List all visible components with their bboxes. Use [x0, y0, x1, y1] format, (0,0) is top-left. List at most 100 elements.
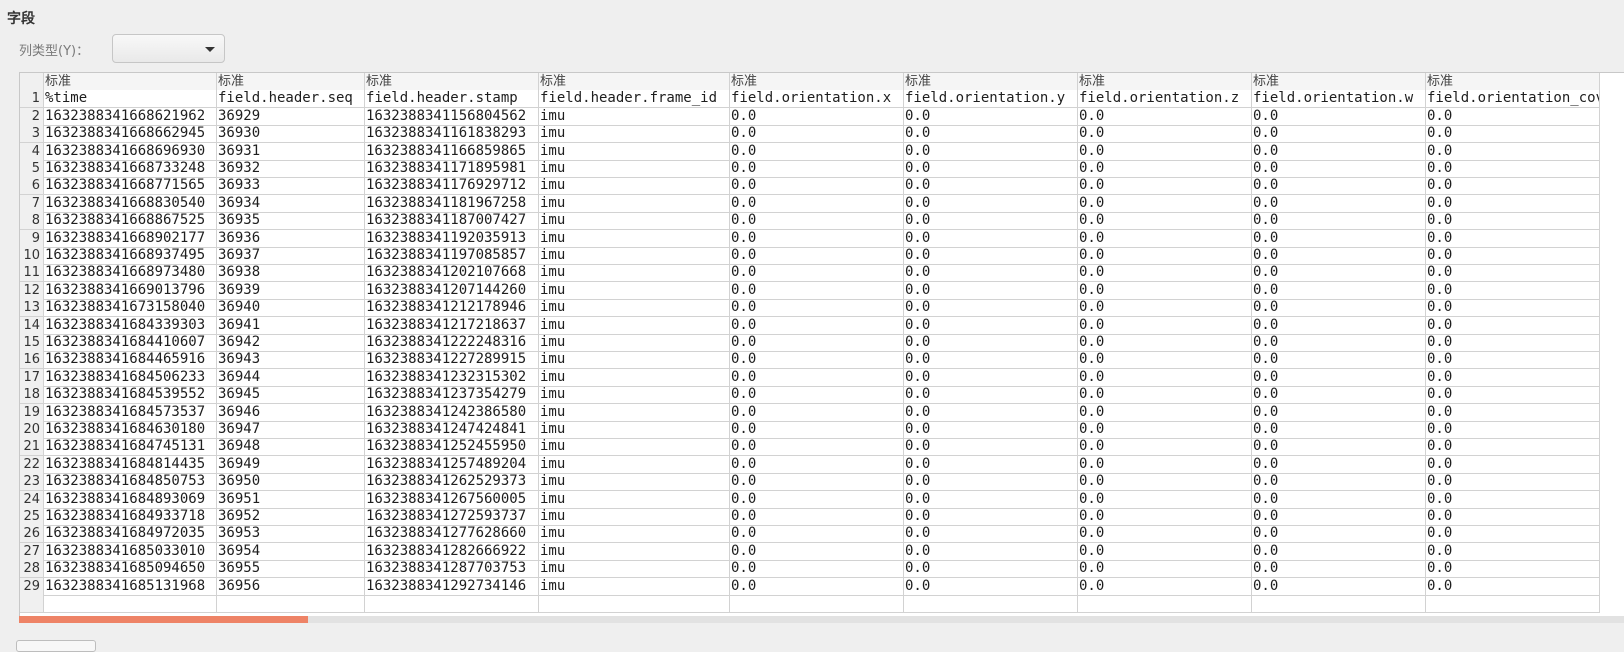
table-cell[interactable]: 0.0 [1252, 125, 1426, 144]
column-type-label-cell[interactable]: 标准 [1252, 73, 1426, 91]
table-row[interactable]: 5 1632388341668733248 36932 163238834117189… [20, 160, 1600, 178]
table-cell[interactable]: 0.0 [1426, 194, 1600, 213]
table-cell[interactable]: 36950 [217, 473, 365, 492]
table-cell[interactable]: imu [539, 455, 730, 474]
table-cell[interactable]: 0.0 [1426, 403, 1600, 422]
table-cell[interactable]: 36934 [217, 194, 365, 213]
table-cell[interactable]: 0.0 [1252, 334, 1426, 352]
table-cell[interactable]: 1632388341668621962 [44, 107, 217, 126]
table-cell[interactable]: 0.0 [1078, 194, 1252, 213]
column-header[interactable]: %time [44, 90, 217, 109]
table-cell[interactable]: imu [539, 542, 730, 561]
table-row[interactable]: 4 1632388341668696930 36931 163238834116685… [20, 142, 1600, 161]
table-cell[interactable]: 0.0 [1426, 542, 1600, 561]
table-row[interactable]: 17 1632388341684506233 36944 16323883412323… [20, 368, 1600, 387]
table-cell[interactable]: imu [539, 386, 730, 405]
table-cell[interactable]: imu [539, 264, 730, 283]
table-cell[interactable]: 1632388341669013796 [44, 281, 217, 300]
table-cell[interactable]: 0.0 [1078, 438, 1252, 457]
table-cell[interactable]: imu [539, 577, 730, 596]
column-type-label-cell[interactable]: 标准 [365, 73, 539, 91]
table-cell[interactable]: 0.0 [730, 473, 904, 492]
table-row[interactable]: 6 1632388341668771565 36933 163238834117692… [20, 177, 1600, 196]
row-number[interactable]: 23 [20, 473, 44, 492]
table-cell[interactable]: 0.0 [730, 455, 904, 474]
table-cell[interactable]: 0.0 [1252, 473, 1426, 492]
row-number[interactable]: 15 [20, 334, 44, 352]
table-cell[interactable]: 0.0 [730, 403, 904, 422]
table-cell[interactable]: 1632388341257489204 [365, 455, 539, 474]
table-cell[interactable]: 36937 [217, 247, 365, 265]
table-cell[interactable]: 0.0 [1078, 299, 1252, 318]
table-row[interactable]: 10 1632388341668937495 36937 16323883411970… [20, 247, 1600, 265]
scrollbar-thumb[interactable] [19, 616, 308, 623]
table-cell[interactable]: 1632388341197085857 [365, 247, 539, 265]
table-cell[interactable]: 0.0 [1426, 525, 1600, 544]
table-cell[interactable]: imu [539, 160, 730, 178]
table-cell[interactable]: 0.0 [904, 107, 1078, 126]
row-number[interactable]: 5 [20, 160, 44, 178]
table-cell[interactable]: 0.0 [1426, 160, 1600, 178]
table-cell[interactable]: 0.0 [1078, 212, 1252, 231]
table-cell[interactable]: 1632388341668902177 [44, 229, 217, 248]
table-cell[interactable]: 1632388341673158040 [44, 299, 217, 318]
table-cell[interactable]: imu [539, 490, 730, 509]
table-cell[interactable]: imu [539, 125, 730, 144]
table-row[interactable]: 15 1632388341684410607 36942 16323883412222… [20, 334, 1600, 352]
column-type-label-cell[interactable]: 标准 [1426, 73, 1600, 91]
table-cell[interactable]: 0.0 [1426, 125, 1600, 144]
table-cell[interactable]: 1632388341156804562 [365, 107, 539, 126]
table-cell[interactable]: 1632388341181967258 [365, 194, 539, 213]
table-cell[interactable]: 1632388341237354279 [365, 386, 539, 405]
table-cell[interactable]: 0.0 [1426, 368, 1600, 387]
column-header[interactable]: field.orientation_covariance0 [1426, 90, 1600, 109]
table-cell[interactable]: 0.0 [1426, 455, 1600, 474]
table-cell[interactable]: imu [539, 247, 730, 265]
table-cell[interactable]: 36943 [217, 351, 365, 370]
row-number[interactable]: 24 [20, 490, 44, 509]
table-cell[interactable]: 1632388341272593737 [365, 508, 539, 526]
table-cell[interactable]: 1632388341684573537 [44, 403, 217, 422]
table-cell[interactable]: imu [539, 334, 730, 352]
table-cell[interactable]: imu [539, 508, 730, 526]
table-cell[interactable]: 0.0 [1426, 421, 1600, 439]
column-header[interactable]: field.header.frame_id [539, 90, 730, 109]
table-cell[interactable]: 0.0 [904, 281, 1078, 300]
table-cell[interactable]: 0.0 [730, 247, 904, 265]
table-cell[interactable]: 0.0 [1426, 508, 1600, 526]
table-cell[interactable]: 0.0 [904, 368, 1078, 387]
table-cell[interactable]: 1632388341292734146 [365, 577, 539, 596]
table-row[interactable]: 16 1632388341684465916 36943 16323883412272… [20, 351, 1600, 370]
table-cell[interactable]: 0.0 [904, 264, 1078, 283]
table-cell[interactable]: 0.0 [904, 438, 1078, 457]
table-cell[interactable]: 1632388341192035913 [365, 229, 539, 248]
row-number[interactable]: 28 [20, 560, 44, 579]
table-cell[interactable]: imu [539, 299, 730, 318]
table-row[interactable]: 23 1632388341684850753 36950 16323883412625… [20, 473, 1600, 492]
table-cell[interactable]: 0.0 [1078, 455, 1252, 474]
table-cell[interactable]: 0.0 [1078, 107, 1252, 126]
column-header[interactable]: field.orientation.w [1252, 90, 1426, 109]
table-cell[interactable]: 1632388341684933718 [44, 508, 217, 526]
row-number[interactable]: 3 [20, 125, 44, 144]
table-cell[interactable]: 0.0 [1252, 281, 1426, 300]
table-cell[interactable]: 36933 [217, 177, 365, 196]
row-number[interactable]: 26 [20, 525, 44, 544]
table-cell[interactable]: 0.0 [1078, 125, 1252, 144]
bottom-button[interactable] [16, 640, 96, 652]
table-cell[interactable]: 0.0 [1078, 160, 1252, 178]
table-cell[interactable]: 0.0 [1252, 455, 1426, 474]
table-cell[interactable]: 0.0 [1078, 542, 1252, 561]
table-cell[interactable]: 0.0 [1252, 438, 1426, 457]
table-cell[interactable]: 0.0 [904, 403, 1078, 422]
table-cell[interactable]: 36955 [217, 560, 365, 579]
row-number[interactable]: 13 [20, 299, 44, 318]
table-cell[interactable]: 0.0 [904, 525, 1078, 544]
table-cell[interactable]: 0.0 [1252, 508, 1426, 526]
table-cell[interactable]: 0.0 [904, 542, 1078, 561]
table-cell[interactable]: 36956 [217, 577, 365, 596]
table-cell[interactable]: 0.0 [1426, 247, 1600, 265]
row-number[interactable]: 27 [20, 542, 44, 561]
table-cell[interactable]: 0.0 [904, 455, 1078, 474]
table-cell[interactable]: 0.0 [730, 125, 904, 144]
